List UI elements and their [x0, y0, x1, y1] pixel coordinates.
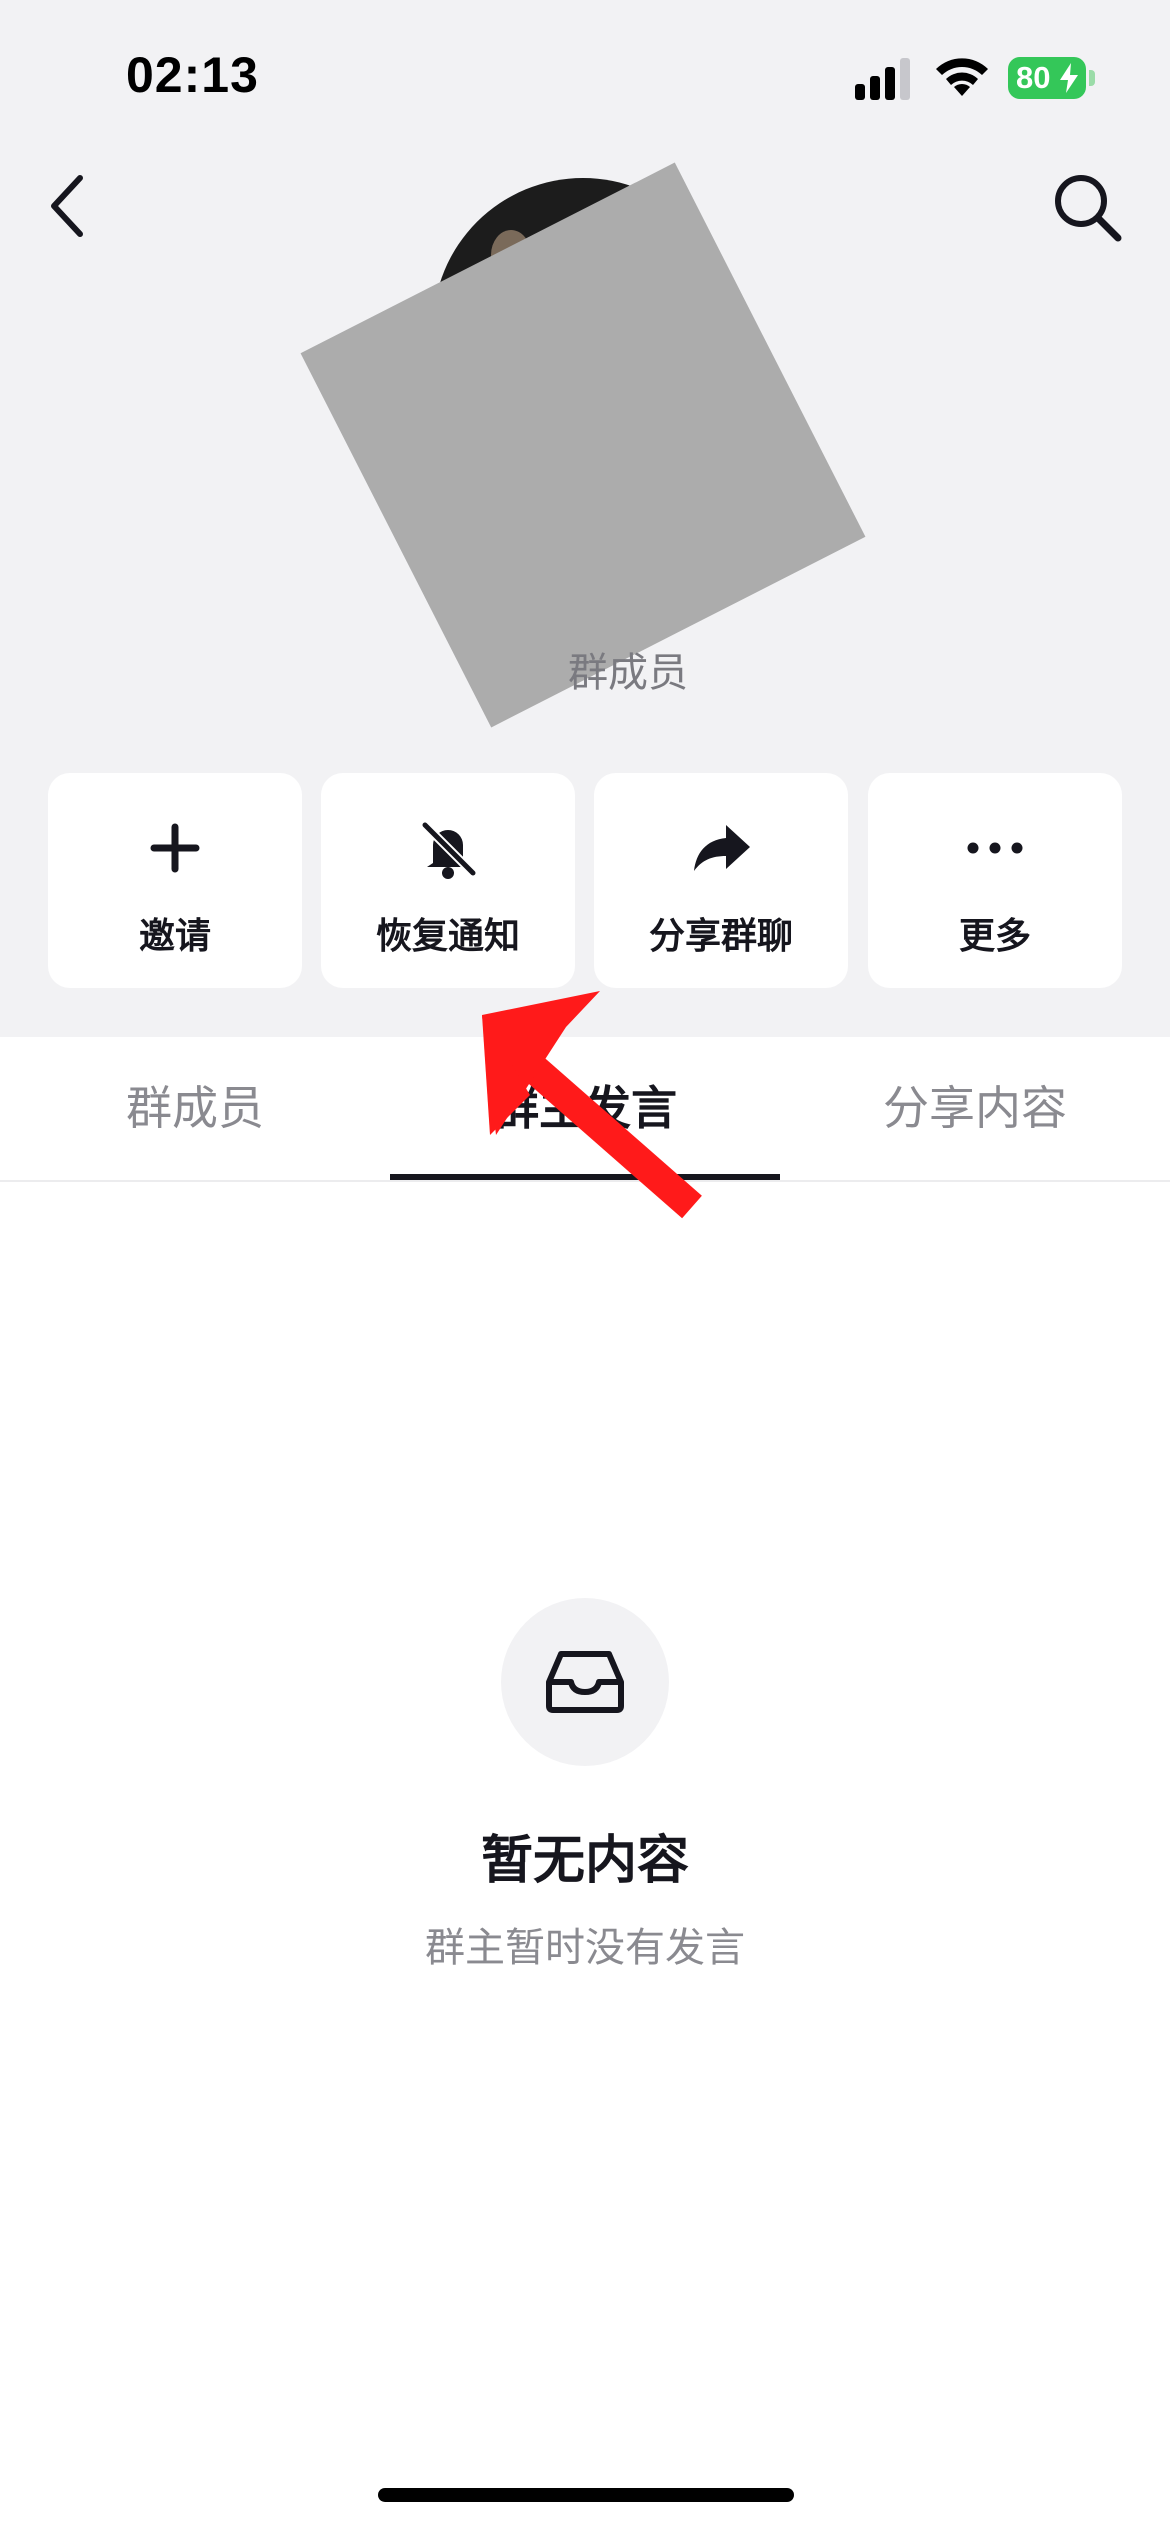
- tab-members[interactable]: 群成员: [0, 1037, 390, 1179]
- share-group-button[interactable]: 分享群聊: [594, 773, 848, 988]
- group-members-label: 群成员: [568, 650, 688, 696]
- empty-state-subtitle: 群主暂时没有发言: [425, 1925, 745, 1971]
- inbox-tray-icon: [546, 1651, 624, 1713]
- home-indicator: [378, 2488, 794, 2502]
- status-time: 02:13: [126, 47, 259, 103]
- more-label: 更多: [958, 916, 1031, 957]
- search-icon[interactable]: [1050, 170, 1126, 246]
- action-buttons: 邀请 恢复通知 分享群聊 更多: [48, 773, 1122, 988]
- invite-button[interactable]: 邀请: [48, 773, 302, 988]
- more-dots-icon: [967, 842, 1023, 854]
- empty-state-title: 暂无内容: [480, 1831, 689, 1891]
- empty-state-icon-container: [501, 1598, 669, 1766]
- charging-bolt-icon: [1060, 63, 1078, 93]
- invite-label: 邀请: [138, 916, 211, 957]
- more-button[interactable]: 更多: [868, 773, 1122, 988]
- wifi-icon: [936, 58, 988, 96]
- annotation-arrow: [482, 991, 702, 1219]
- bell-slash-icon: [420, 820, 478, 879]
- chevron-left-icon[interactable]: [40, 170, 100, 242]
- tab-shared-content[interactable]: 分享内容: [780, 1037, 1170, 1179]
- signal-icon: [855, 58, 910, 100]
- restore-notifications-label: 恢复通知: [375, 916, 520, 957]
- share-group-label: 分享群聊: [648, 916, 793, 957]
- battery-cap: [1089, 70, 1095, 86]
- plus-icon: [150, 823, 200, 873]
- share-arrow-icon: [694, 825, 750, 871]
- restore-notifications-button[interactable]: 恢复通知: [321, 773, 575, 988]
